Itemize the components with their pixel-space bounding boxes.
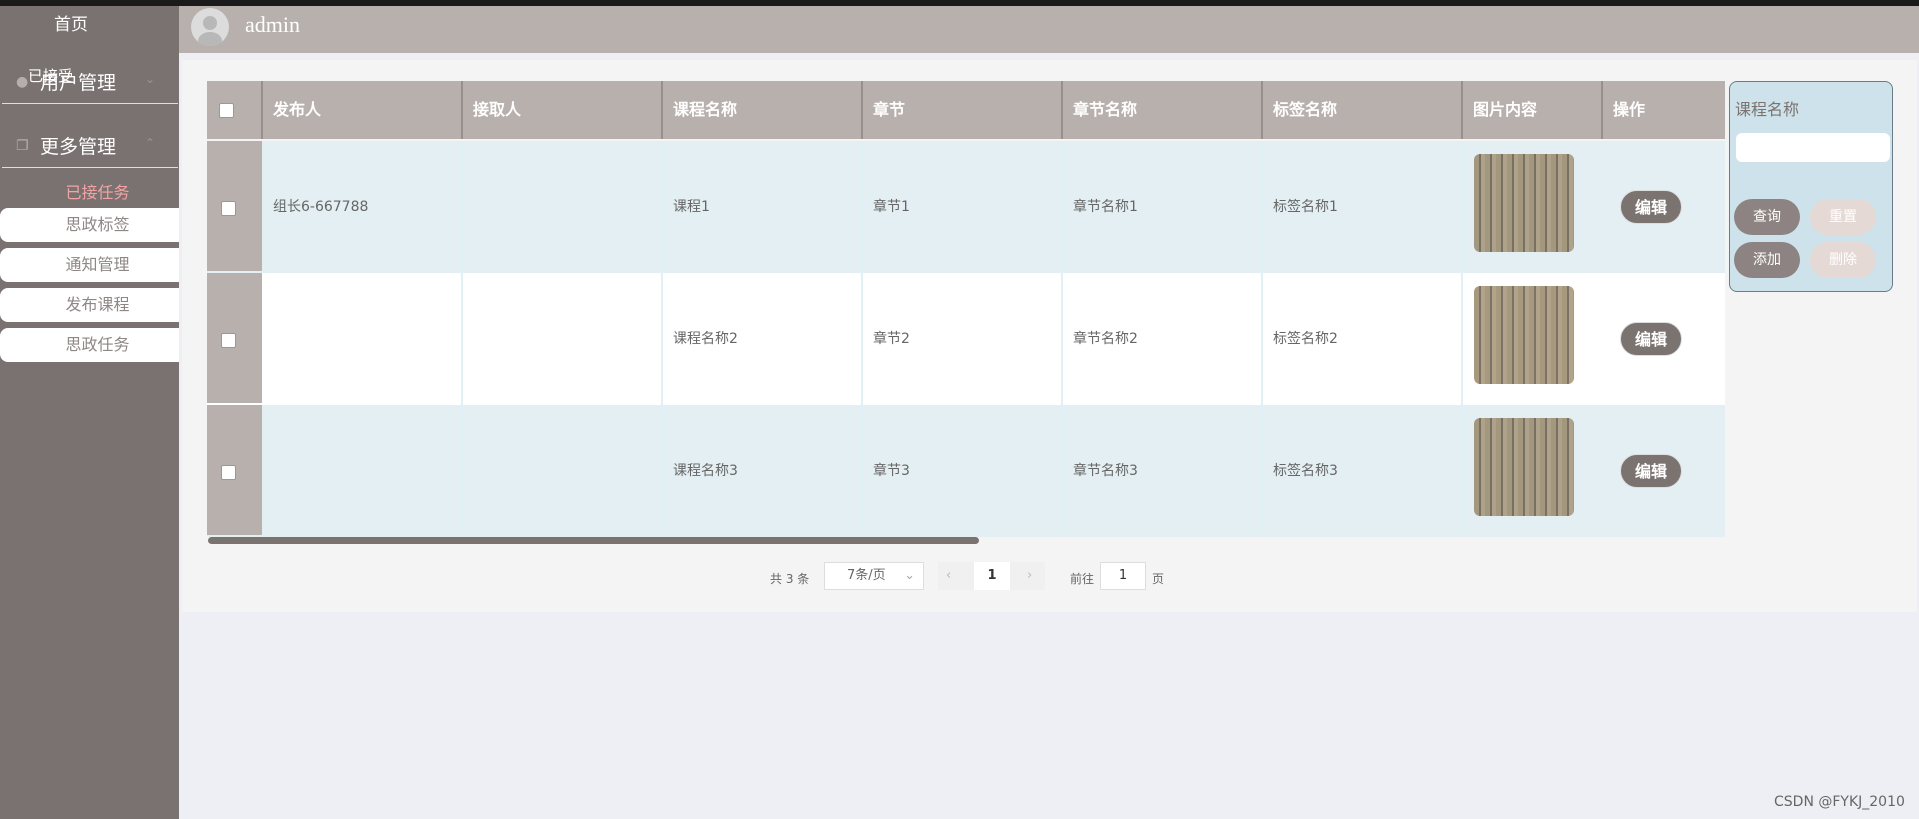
row-checkbox[interactable] [221,465,236,480]
reset-button[interactable]: 重置 [1810,199,1876,235]
row-checkbox[interactable] [221,201,236,216]
query-button[interactable]: 查询 [1734,199,1800,235]
table-header: 发布人 接取人 课程名称 章节 章节名称 标签名称 图片内容 操作 [207,81,1725,139]
sidebar-item-notices[interactable]: 通知管理 [0,248,179,282]
edit-button[interactable]: 编辑 [1620,190,1682,224]
cell-course-name: 课程名称3 [663,405,863,537]
image-thumbnail[interactable] [1474,154,1574,252]
column-actions[interactable]: 操作 [1603,81,1725,139]
column-receiver[interactable]: 接取人 [463,81,663,139]
cell-tag-name: 标签名称3 [1263,405,1463,537]
current-page[interactable]: 1 [974,562,1010,590]
edit-button[interactable]: 编辑 [1620,454,1682,488]
cell-receiver [463,141,663,273]
chevron-down-icon: ⌄ [145,72,156,86]
sidebar-item-ideology-tags[interactable]: 思政标签 [0,208,179,242]
cell-chapter-name: 章节名称2 [1063,273,1263,405]
cell-chapter: 章节2 [863,273,1063,405]
column-image-content[interactable]: 图片内容 [1463,81,1603,139]
table-row: 组长6-667788 课程1 章节1 章节名称1 标签名称1 编辑 [207,141,1725,273]
header: admin [179,6,1919,53]
copy-icon: ❐ [16,138,29,154]
cell-publisher [263,273,463,405]
cell-tag-name: 标签名称1 [1263,141,1463,273]
cell-chapter: 章节1 [863,141,1063,273]
sidebar-item-ideology-tasks[interactable]: 思政任务 [0,328,179,362]
total-count: 共 3 条 [770,572,810,586]
sidebar-divider [2,103,178,104]
column-course-name[interactable]: 课程名称 [663,81,863,139]
page-size-value: 7条/页 [847,568,886,583]
column-chapter-name[interactable]: 章节名称 [1063,81,1263,139]
image-thumbnail[interactable] [1474,286,1574,384]
cell-chapter-name: 章节名称3 [1063,405,1263,537]
column-tag-name[interactable]: 标签名称 [1263,81,1463,139]
avatar[interactable] [191,8,229,46]
header-select-all-cell [207,81,263,139]
row-select-cell [207,273,262,403]
pagination: 共 3 条 7条/页 ⌄ ‹ 1 › 前往 1 页 [0,562,1919,592]
column-publisher[interactable]: 发布人 [263,81,463,139]
sidebar-overlay-text: 已接受 [28,67,74,85]
cell-course-name: 课程1 [663,141,863,273]
delete-button[interactable]: 删除 [1810,242,1876,278]
sidebar-group-user[interactable]: ● 用户管理 ⌄ [0,52,179,108]
cell-chapter: 章节3 [863,405,1063,537]
next-page-icon[interactable]: › [1027,562,1032,590]
page-navigation: ‹ 1 › [938,562,1045,590]
sidebar-divider [2,167,178,168]
cell-course-name: 课程名称2 [663,273,863,405]
sidebar-item-home[interactable]: 首页 [0,10,142,35]
horizontal-scrollbar[interactable] [208,537,979,544]
watermark: CSDN @FYKJ_2010 [1774,794,1905,810]
sidebar-item-accepted-tasks[interactable]: 已接任务 [0,179,195,203]
edit-button[interactable]: 编辑 [1620,322,1682,356]
sidebar-group-more-label: 更多管理 [40,136,117,158]
username: admin [245,12,300,37]
sidebar-group-more[interactable]: ❐ 更多管理 ⌃ [0,116,179,172]
row-select-cell [207,141,262,271]
cell-publisher: 组长6-667788 [263,141,463,273]
cell-receiver [463,405,663,537]
sidebar-item-publish-course[interactable]: 发布课程 [0,288,179,322]
prev-page-icon[interactable]: ‹ [946,562,951,590]
select-all-checkbox[interactable] [219,103,234,118]
user-icon: ● [16,74,29,90]
goto-label: 前往 [1070,572,1095,586]
goto-page-input[interactable]: 1 [1100,562,1146,590]
cell-tag-name: 标签名称2 [1263,273,1463,405]
course-name-label: 课程名称 [1735,100,1800,119]
page-size-select[interactable]: 7条/页 ⌄ [824,562,924,590]
table-row: 课程名称2 章节2 章节名称2 标签名称2 编辑 [207,273,1725,405]
row-select-cell [207,405,262,535]
table-row: 课程名称3 章节3 章节名称3 标签名称3 编辑 [207,405,1725,537]
cell-receiver [463,273,663,405]
cell-publisher [263,405,463,537]
cell-chapter-name: 章节名称1 [1063,141,1263,273]
add-button[interactable]: 添加 [1734,242,1800,278]
chevron-up-icon: ⌃ [145,136,156,150]
page-suffix: 页 [1152,572,1165,586]
image-thumbnail[interactable] [1474,418,1574,516]
column-chapter[interactable]: 章节 [863,81,1063,139]
course-name-input[interactable] [1736,133,1890,162]
sidebar: 首页 ● 用户管理 ⌄ 已接受 ❐ 更多管理 ⌃ 已接任务 思政标签 通知管理 … [0,6,179,819]
search-panel: 课程名称 查询 重置 添加 删除 [1729,81,1893,292]
chevron-down-icon: ⌄ [904,568,915,583]
user-avatar-icon [198,16,222,46]
row-checkbox[interactable] [221,333,236,348]
